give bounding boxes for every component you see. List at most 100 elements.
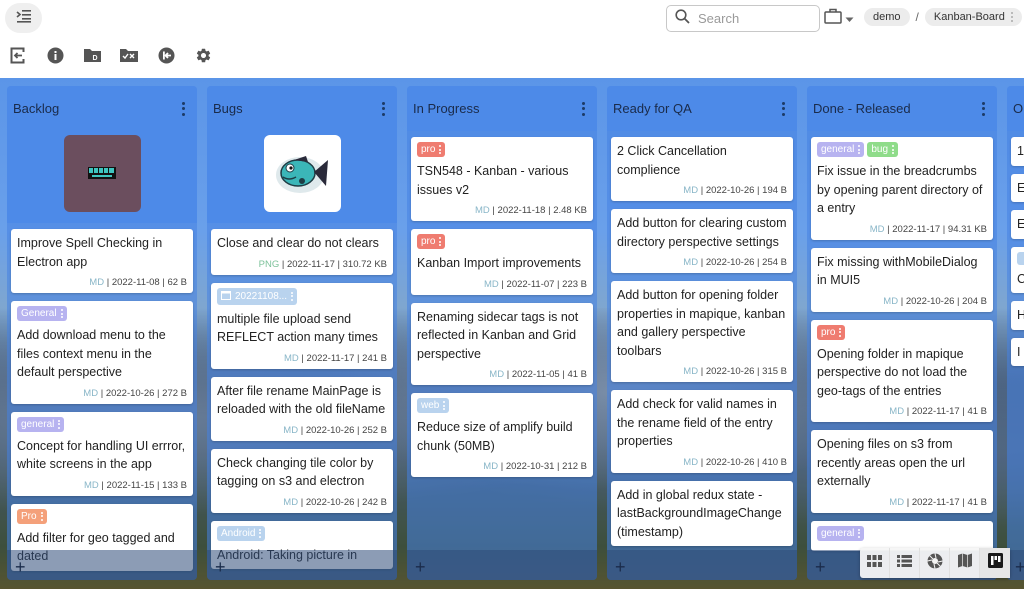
kanban-card[interactable]: Opening files on s3 from recently areas …: [811, 430, 993, 513]
file-date: 2022-11-17: [911, 496, 960, 508]
keyboard-image[interactable]: [63, 134, 141, 212]
kanban-card[interactable]: pro Opening folder in mapique perspective…: [811, 319, 993, 422]
breadcrumb-separator: /: [915, 10, 919, 24]
tag-menu-icon[interactable]: [291, 291, 294, 301]
kanban-card[interactable]: General Add download menu to the files co…: [11, 301, 193, 404]
column-title: Bugs: [213, 101, 243, 116]
column-menu-icon[interactable]: [977, 101, 989, 117]
kanban-card[interactable]: Improve Spell Checking in Electron app MD…: [11, 229, 193, 293]
kanban-card[interactable]: 1 a: [1011, 137, 1024, 166]
more-vert-icon[interactable]: [1010, 12, 1013, 22]
tag-label: Android: [221, 527, 256, 539]
kanban-card[interactable]: general: [811, 520, 993, 551]
tag-menu-icon[interactable]: [58, 419, 61, 429]
tag-chip[interactable]: web: [417, 398, 450, 413]
tag-chip[interactable]: General: [17, 306, 67, 321]
add-card-button[interactable]: +: [1015, 558, 1024, 576]
tag-menu-icon[interactable]: [259, 528, 262, 538]
kanban-card[interactable]: web Reduce size of amplify build chunk (5…: [411, 393, 593, 477]
tag-chip[interactable]: Android: [217, 525, 266, 541]
kanban-card[interactable]: Close and clear do not clears PNG | 2022-…: [211, 229, 393, 275]
grid-perspective-icon: [867, 554, 882, 572]
add-card-button[interactable]: +: [815, 558, 826, 576]
card-meta: MD | 2022-10-26 | 252 B: [283, 424, 387, 436]
kanban-card[interactable]: general Concept for handling UI errror, w…: [11, 411, 193, 496]
tag-chip[interactable]: Pro: [17, 508, 47, 524]
column-menu-icon[interactable]: [177, 101, 189, 117]
map-perspective-button[interactable]: [950, 548, 980, 578]
tag-menu-icon[interactable]: [839, 327, 842, 337]
tag-chip[interactable]: general: [17, 416, 65, 432]
column-menu-icon[interactable]: [377, 101, 389, 117]
add-card-button[interactable]: +: [615, 558, 626, 576]
tag-chip[interactable]: pro: [817, 324, 846, 340]
add-card-button[interactable]: +: [215, 558, 226, 576]
kanban-card[interactable]: 20221108... multiple file upload send REF…: [211, 282, 393, 369]
add-card-button[interactable]: +: [415, 558, 426, 576]
tag-chip[interactable]: general: [817, 142, 865, 157]
folder-select-icon[interactable]: [119, 44, 139, 66]
tag-menu-icon[interactable]: [858, 528, 861, 538]
column-menu-icon[interactable]: [577, 101, 589, 117]
tag-menu-icon[interactable]: [439, 237, 442, 246]
info-icon[interactable]: [45, 44, 65, 66]
list-perspective-button[interactable]: [890, 548, 920, 578]
kanban-card[interactable]: H li: [1011, 301, 1024, 330]
kanban-card[interactable]: Fix missing withMobileDialog in MUI5 MD |…: [811, 247, 993, 312]
settings-icon[interactable]: [193, 44, 213, 66]
kanban-card[interactable]: Add button for clearing custom directory…: [611, 209, 793, 273]
gallery-perspective-button[interactable]: [920, 548, 950, 578]
kanban-card[interactable]: Add button for opening folder properties…: [611, 281, 793, 382]
kanban-card[interactable]: After file rename MainPage is reloaded w…: [211, 376, 393, 441]
card-list: Improve Spell Checking in Electron app MD…: [7, 223, 197, 571]
tag-menu-icon[interactable]: [858, 145, 861, 154]
kanban-card[interactable]: pro Kanban Import improvements MD | 2022-1…: [411, 229, 593, 295]
folder-description-icon[interactable]: D: [82, 44, 102, 66]
tag-menu-icon[interactable]: [60, 309, 63, 318]
add-card-button[interactable]: +: [15, 558, 26, 576]
card-title: Add button for clearing custom directory…: [617, 216, 787, 249]
card-list: 1 a E E C S H li I r p: [1007, 131, 1024, 366]
search-box[interactable]: [666, 5, 820, 32]
kanban-card[interactable]: C S: [1011, 246, 1024, 293]
kanban-card[interactable]: Renaming sidecar tags is not reflected i…: [411, 302, 593, 385]
menu-toggle-button[interactable]: [5, 3, 42, 33]
tag-chip[interactable]: pro: [417, 234, 446, 249]
kanban-perspective-button[interactable]: [980, 548, 1010, 578]
tag-chip[interactable]: general: [817, 525, 865, 541]
tag-label: 20221108...: [235, 290, 288, 302]
kanban-card[interactable]: I r p: [1011, 337, 1024, 366]
kanban-card[interactable]: general bug Fix issue in the breadcrumbs b…: [811, 137, 993, 240]
gallery-perspective-icon: [926, 552, 943, 574]
location-switcher[interactable]: [824, 8, 854, 29]
tag-menu-icon[interactable]: [443, 401, 446, 410]
search-input[interactable]: [698, 11, 808, 26]
card-title: Opening folder in mapique perspective do…: [817, 346, 968, 398]
file-extension: MD: [484, 278, 499, 290]
fish-image[interactable]: [263, 134, 341, 212]
kanban-card[interactable]: 2 Click Cancellation complience MD | 2022…: [611, 137, 793, 201]
tag-menu-icon[interactable]: [439, 145, 442, 154]
tag-chip[interactable]: bug: [867, 142, 899, 157]
kanban-card[interactable]: Add check for valid names in the rename …: [611, 390, 793, 473]
grid-perspective-button[interactable]: [860, 548, 890, 578]
kanban-card[interactable]: pro TSN548 - Kanban - various issues v2 MD…: [411, 137, 593, 221]
card-title: C S: [1017, 271, 1024, 286]
tag-chip[interactable]: pro: [417, 142, 446, 157]
breadcrumb-item-location[interactable]: demo: [864, 8, 910, 26]
tag-chip[interactable]: [1017, 251, 1024, 265]
breadcrumb-item-current[interactable]: Kanban-Board: [924, 8, 1022, 26]
file-size: 2.48 KB: [553, 205, 587, 216]
tag-menu-icon[interactable]: [40, 511, 43, 521]
tag-chip[interactable]: 20221108...: [217, 287, 298, 305]
column-menu-icon[interactable]: [777, 101, 789, 117]
close-folder-icon[interactable]: [8, 44, 28, 66]
kanban-card[interactable]: E: [1011, 173, 1024, 202]
kanban-card[interactable]: E: [1011, 210, 1024, 239]
back-to-parent-icon[interactable]: [156, 44, 176, 66]
tag-menu-icon[interactable]: [892, 145, 895, 154]
card-list: 2 Click Cancellation complience MD | 2022…: [607, 131, 797, 546]
location-briefcase-icon: [824, 8, 842, 29]
kanban-card[interactable]: Check changing tile color by tagging on …: [211, 448, 393, 513]
kanban-card[interactable]: Add in global redux state - lastBackgrou…: [611, 480, 793, 546]
